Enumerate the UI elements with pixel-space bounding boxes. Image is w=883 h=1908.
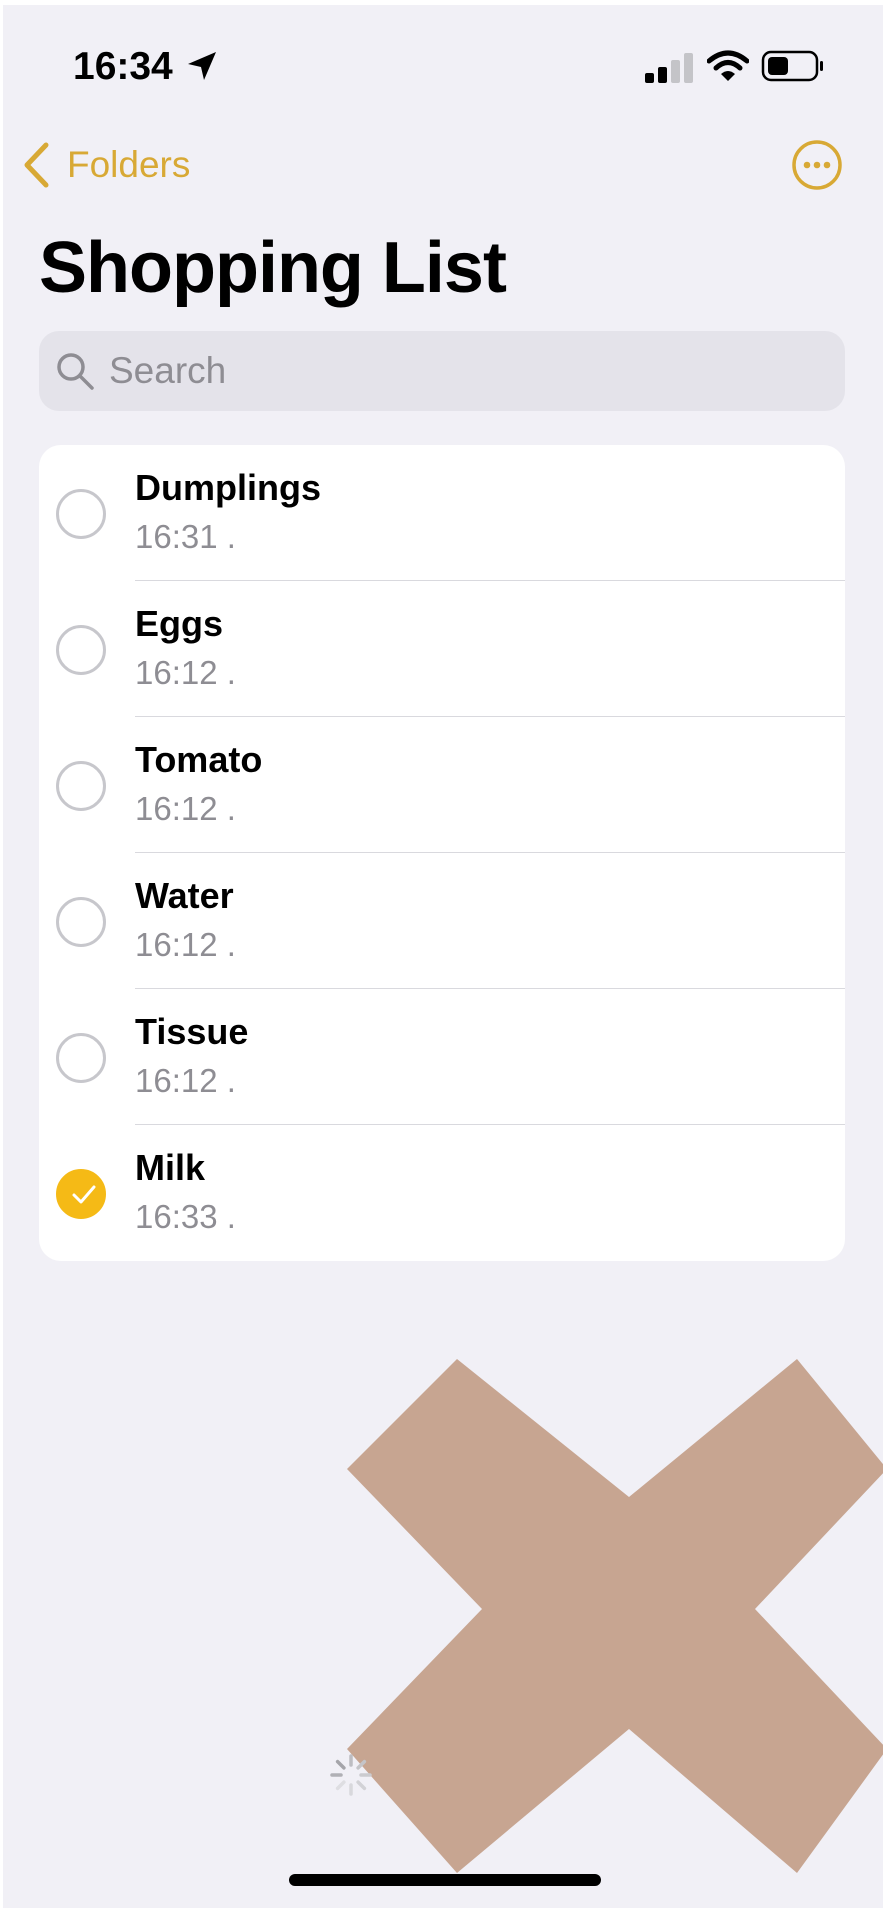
list-item[interactable]: Eggs 16:12 . — [39, 581, 845, 717]
item-title: Water — [135, 875, 234, 916]
phone-screen: 16:34 Folders Shopping List Search Dumpl… — [3, 5, 883, 1908]
checkbox[interactable] — [56, 897, 106, 947]
item-time: 16:12 . — [135, 926, 236, 963]
list-item[interactable]: Milk 16:33 . — [39, 1125, 845, 1261]
item-title: Tissue — [135, 1011, 249, 1052]
battery-icon — [761, 50, 823, 82]
back-button[interactable]: Folders — [21, 135, 190, 195]
checkbox[interactable] — [56, 489, 106, 539]
item-title: Tomato — [135, 739, 263, 780]
item-title: Eggs — [135, 603, 224, 644]
item-time: 16:12 . — [135, 790, 236, 827]
checkbox[interactable] — [56, 625, 106, 675]
item-time: 16:31 . — [135, 518, 236, 555]
item-time: 16:12 . — [135, 1062, 236, 1099]
checkmark-icon — [72, 1185, 96, 1204]
cellular-signal-icon — [645, 53, 693, 83]
search-icon — [57, 353, 94, 390]
shopping-list: Dumplings 16:31 . Eggs 16:12 . Tomato 16… — [39, 445, 845, 1261]
item-time: 16:12 . — [135, 654, 236, 691]
chevron-left-icon — [24, 142, 49, 188]
list-item[interactable]: Tissue 16:12 . — [39, 989, 845, 1125]
page-title: Shopping List — [39, 228, 507, 308]
search-bar[interactable] — [39, 331, 845, 411]
list-item[interactable]: Tomato 16:12 . — [39, 717, 845, 853]
ellipsis-circle-icon[interactable] — [791, 139, 843, 191]
list-item[interactable]: Water 16:12 . — [39, 853, 845, 989]
checkbox[interactable] — [56, 1033, 106, 1083]
item-title: Dumplings — [135, 467, 321, 508]
cross-mark — [347, 1359, 883, 1873]
status-time: 16:34 — [73, 45, 173, 88]
back-label: Folders — [67, 144, 191, 185]
checkbox[interactable] — [56, 761, 106, 811]
search-input[interactable] — [109, 350, 789, 392]
item-time: 16:33 . — [135, 1198, 236, 1235]
location-arrow-icon — [188, 52, 216, 80]
spinner-icon — [330, 1754, 372, 1796]
wifi-icon — [707, 50, 749, 81]
item-title: Milk — [135, 1147, 206, 1188]
home-indicator[interactable] — [289, 1874, 601, 1886]
list-item[interactable]: Dumplings 16:31 . — [39, 445, 845, 581]
checkbox-checked[interactable] — [56, 1169, 106, 1219]
